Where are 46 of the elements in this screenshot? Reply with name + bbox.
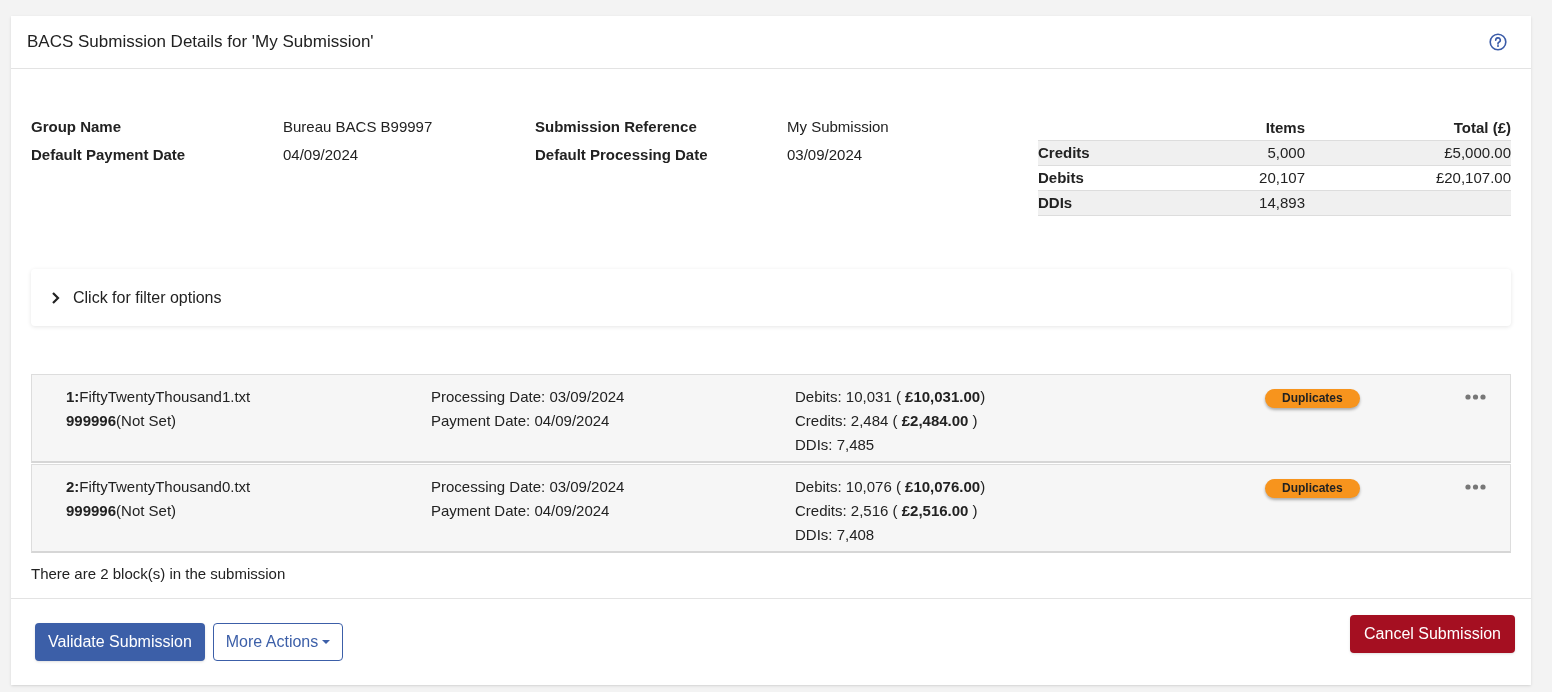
block-count-text: There are 2 block(s) in the submission	[31, 564, 287, 584]
table-cell-text: 14,893	[1258, 192, 1305, 213]
row-label: Debits	[1038, 167, 1085, 188]
table-cell-text: 5,000	[1266, 142, 1305, 163]
chevron-right-icon	[51, 290, 61, 305]
block-total: Debits: 10,031 ( £10,031.00)	[795, 387, 987, 407]
block-total: Credits: 2,516 ( £2,516.00 )	[795, 501, 979, 521]
validate-button[interactable]: Validate Submission	[35, 623, 205, 661]
caret-icon	[322, 639, 331, 645]
detail-value: 03/09/2024	[787, 145, 864, 165]
status-badge: Duplicates	[1265, 389, 1360, 408]
column-header: Items	[1264, 117, 1305, 138]
table-cell-text: 20,107	[1258, 167, 1305, 188]
detail-value: My Submission	[787, 117, 890, 137]
status-badge: Duplicates	[1265, 479, 1360, 498]
help-icon[interactable]	[1489, 33, 1507, 51]
detail-label: Default Payment Date	[31, 145, 187, 165]
cancel-button[interactable]: Cancel Submission	[1350, 615, 1515, 653]
block-filename: 2:FiftyTwentyThousand0.txt	[66, 477, 252, 497]
block-total: DDIs: 7,408	[795, 525, 876, 545]
row-label: DDIs	[1038, 192, 1074, 213]
detail-label: Default Processing Date	[535, 145, 709, 165]
block-sun: 999996(Not Set)	[66, 501, 178, 521]
block-date: Processing Date: 03/09/2024	[431, 387, 626, 407]
more-options-icon[interactable]	[1465, 394, 1486, 400]
filter-panel[interactable]: Click for filter options	[31, 269, 1511, 326]
detail-label: Group Name	[31, 117, 122, 137]
page-title: BACS Submission Details for 'My Submission'	[27, 31, 374, 54]
table-cell-text: £20,107.00	[1434, 167, 1511, 188]
detail-value: 04/09/2024	[283, 145, 360, 165]
block-total: Credits: 2,484 ( £2,484.00 )	[795, 411, 979, 431]
detail-label: Submission Reference	[535, 117, 698, 137]
block-filename: 1:FiftyTwentyThousand1.txt	[66, 387, 252, 407]
block-date: Payment Date: 04/09/2024	[431, 501, 611, 521]
block-total: Debits: 10,076 ( £10,076.00)	[795, 477, 987, 497]
table-cell-text: £5,000.00	[1443, 142, 1511, 163]
block-sun: 999996(Not Set)	[66, 411, 178, 431]
filter-label: Click for filter options	[73, 287, 222, 308]
row-label: Credits	[1038, 142, 1091, 163]
block-date: Processing Date: 03/09/2024	[431, 477, 626, 497]
detail-value: Bureau BACS B99997	[283, 117, 434, 137]
column-header: Total (£)	[1452, 117, 1511, 138]
block-date: Payment Date: 04/09/2024	[431, 411, 611, 431]
more-actions-button[interactable]: More Actions	[212, 623, 344, 661]
block-total: DDIs: 7,485	[795, 435, 876, 455]
more-options-icon[interactable]	[1465, 484, 1486, 490]
